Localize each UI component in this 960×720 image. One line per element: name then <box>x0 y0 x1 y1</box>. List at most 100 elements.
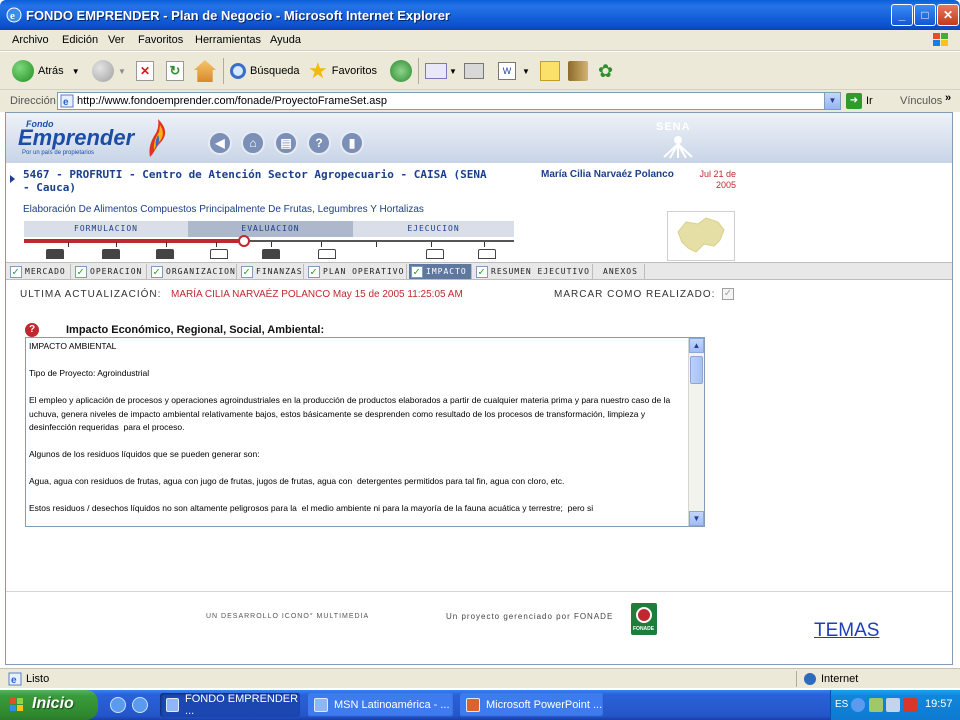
phase-tick <box>216 242 217 247</box>
links-label[interactable]: Vínculos <box>900 95 942 107</box>
close-button[interactable]: ✕ <box>937 4 959 26</box>
outlook-quicklaunch-icon[interactable] <box>132 697 148 713</box>
check-icon: ✓ <box>10 265 22 278</box>
maximize-button[interactable]: □ <box>914 4 936 26</box>
back-button[interactable]: Atrás ▼ <box>12 59 80 83</box>
favorites-button[interactable]: ★ Favoritos <box>308 59 377 83</box>
search-label: Búsqueda <box>250 65 300 77</box>
print-button[interactable] <box>464 59 484 83</box>
phase-progress-marker <box>238 235 250 247</box>
network-icon[interactable] <box>869 698 883 712</box>
forward-arrow-icon <box>92 60 114 82</box>
menu-favoritos[interactable]: Favoritos <box>138 34 183 46</box>
phase-tick <box>271 242 272 247</box>
status-separator <box>796 671 797 687</box>
scroll-thumb[interactable] <box>690 356 703 384</box>
print-nav-button[interactable]: ▤ <box>274 131 298 155</box>
window-title-bar[interactable]: e FONDO EMPRENDER - Plan de Negocio - Mi… <box>0 0 960 30</box>
task-powerpoint[interactable]: Microsoft PowerPoint ... <box>460 693 604 717</box>
cauca-map-icon <box>677 217 725 253</box>
language-indicator[interactable]: ES <box>835 699 848 710</box>
search-button[interactable]: Búsqueda <box>230 59 300 83</box>
check-icon: ✓ <box>151 265 163 278</box>
task-fondo-emprender[interactable]: FONDO EMPRENDER ... <box>160 693 300 717</box>
research-button[interactable] <box>568 59 588 83</box>
menu-edicion[interactable]: Edición <box>62 34 98 46</box>
task-msn[interactable]: MSN Latinoamérica - ... <box>308 693 454 717</box>
phase-evaluacion[interactable]: EVALUACION <box>188 221 353 237</box>
windows-logo-icon <box>933 33 948 46</box>
go-arrow-icon[interactable]: ➜ <box>846 93 862 109</box>
tab-anexos[interactable]: ANEXOS <box>597 264 645 279</box>
refresh-icon: ↻ <box>166 61 184 81</box>
stop-button[interactable]: ✕ <box>136 59 154 83</box>
links-chevron-icon[interactable]: » <box>945 92 951 104</box>
history-button[interactable] <box>390 59 412 83</box>
tab-finanzas[interactable]: ✓ FINANZAS <box>239 264 304 279</box>
history-icon <box>390 60 412 82</box>
door-icon: ▮ <box>348 136 356 150</box>
forward-button[interactable]: ▼ <box>92 59 126 83</box>
go-button[interactable]: Ir <box>866 95 873 107</box>
volume-icon[interactable] <box>886 698 900 712</box>
address-input[interactable]: e http://www.fondoemprender.com/fonade/P… <box>57 92 841 110</box>
svg-text:e: e <box>10 10 15 22</box>
mail-button[interactable]: ▼ <box>425 59 457 83</box>
project-title: 5467 - PROFRUTI - Centro de Atención Sec… <box>23 168 487 194</box>
discuss-button[interactable] <box>540 59 560 83</box>
mark-done-checkbox[interactable]: ✓ <box>722 288 734 300</box>
globe-icon <box>804 673 816 685</box>
exit-nav-button[interactable]: ▮ <box>340 131 364 155</box>
check-icon: ✓ <box>723 288 733 299</box>
market-phase-icon <box>46 249 64 259</box>
project-bullet-icon <box>10 175 15 183</box>
status-text: Listo <box>26 673 50 685</box>
page-icon: e <box>60 94 74 108</box>
tab-impacto[interactable]: ✓ IMPACTO <box>409 264 472 279</box>
tab-plan-operativo[interactable]: ✓ PLAN OPERATIVO <box>306 264 407 279</box>
security-alert-icon[interactable] <box>903 698 917 712</box>
phase-tick <box>166 242 167 247</box>
clock: 19:57 <box>925 698 953 710</box>
phase-ejecucion[interactable]: EJECUCION <box>353 221 514 237</box>
page-icon: e <box>8 672 22 686</box>
menu-ayuda[interactable]: Ayuda <box>270 34 301 46</box>
logo-emprender[interactable]: Emprender <box>18 125 134 151</box>
tab-operacion[interactable]: ✓ OPERACION <box>73 264 147 279</box>
home-button[interactable] <box>194 59 216 83</box>
edit-button[interactable]: W ▼ <box>498 59 530 83</box>
phase-formulacion[interactable]: FORMULACION <box>24 221 188 237</box>
question-icon: ? <box>315 136 323 150</box>
help-nav-button[interactable]: ? <box>307 131 331 155</box>
tab-organizacion[interactable]: ✓ ORGANIZACION <box>149 264 237 279</box>
menu-archivo[interactable]: Archivo <box>12 34 49 46</box>
home-nav-button[interactable]: ⌂ <box>241 131 265 155</box>
tray-expand-icon[interactable] <box>851 698 865 712</box>
menu-ver[interactable]: Ver <box>108 34 125 46</box>
chart-phase-icon <box>426 249 444 259</box>
scroll-up-icon[interactable]: ▲ <box>689 338 704 353</box>
sena-logo: SENA <box>650 119 710 159</box>
scroll-down-icon[interactable]: ▼ <box>689 511 704 526</box>
back-nav-button[interactable]: ◀ <box>208 131 232 155</box>
impact-textarea[interactable]: IMPACTO AMBIENTAL Tipo de Proyecto: Agro… <box>25 337 705 527</box>
messenger-button[interactable]: ✿ <box>598 59 613 83</box>
start-button[interactable]: Inicio <box>0 690 98 720</box>
stop-icon: ✕ <box>136 61 154 81</box>
address-dropdown-icon[interactable]: ▼ <box>824 93 840 109</box>
check-icon: ✓ <box>308 265 320 278</box>
help-icon[interactable]: ? <box>25 323 39 337</box>
refresh-button[interactable]: ↻ <box>166 59 184 83</box>
impact-phase-icon <box>318 249 336 259</box>
temas-link[interactable]: TEMAS <box>814 620 879 642</box>
address-label: Dirección <box>10 95 56 107</box>
textarea-scrollbar[interactable]: ▲ ▼ <box>688 338 704 526</box>
minimize-button[interactable]: _ <box>891 4 913 26</box>
tab-resumen-ejecutivo[interactable]: ✓ RESUMEN EJECUTIVO <box>474 264 593 279</box>
menu-herramientas[interactable]: Herramientas <box>195 34 261 46</box>
taskbar: Inicio FONDO EMPRENDER ... MSN Latinoamé… <box>0 690 960 720</box>
tab-mercado[interactable]: ✓ MERCADO <box>8 264 71 279</box>
star-icon: ★ <box>308 58 328 83</box>
favorites-label: Favoritos <box>331 65 377 77</box>
ie-quicklaunch-icon[interactable] <box>110 697 126 713</box>
